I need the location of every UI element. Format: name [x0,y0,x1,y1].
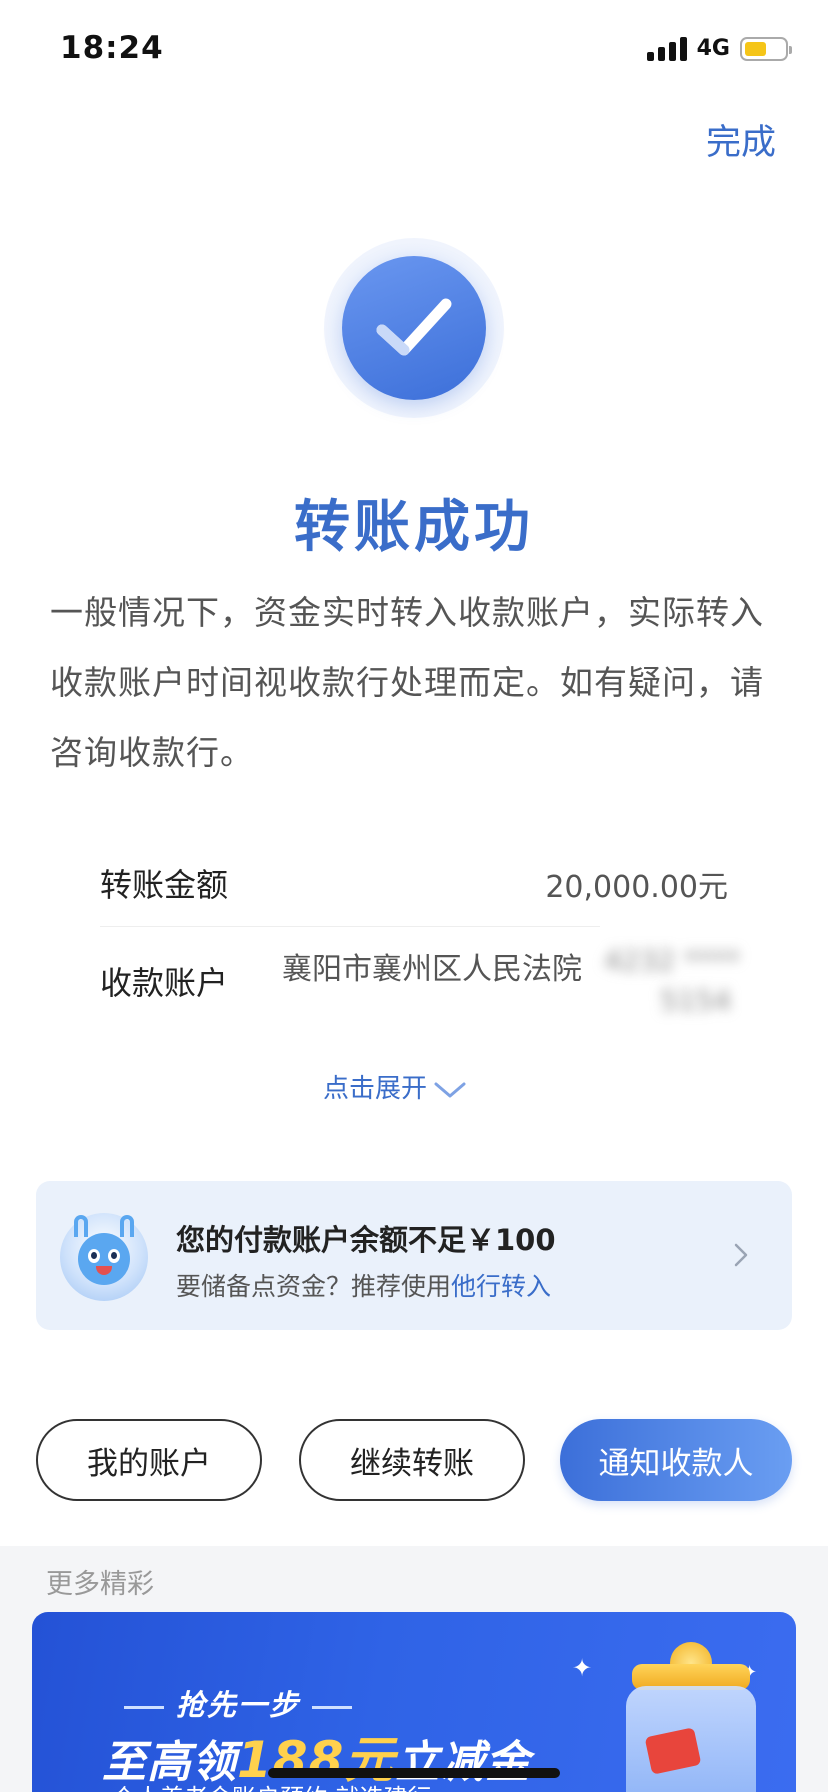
other-bank-transfer-link[interactable]: 他行转入 [451,1272,551,1301]
notify-payee-button[interactable]: 通知收款人 [560,1419,792,1501]
more-section-label: 更多精彩 [46,1569,154,1600]
transfer-success-page: 18:24 4G 完成 转账成功 一般情况下，资金实时转入收款账户，实际转入收款… [0,0,828,1792]
notice-subtitle: 要储备点资金？推荐使用他行转入 [176,1272,552,1301]
payee-label: 收款账户 [100,964,229,1002]
chevron-down-icon [434,1082,466,1097]
payee-account-masked: 4232 **** [604,944,741,977]
status-indicators: 4G [646,36,792,61]
savings-jar-icon [626,1642,756,1792]
notice-title: 您的付款账户余额不足￥100 [176,1223,556,1257]
expand-details-button[interactable]: 点击展开 [0,1068,790,1105]
balance-notice-card[interactable]: 您的付款账户余额不足￥100 要储备点资金？推荐使用他行转入 [36,1181,792,1330]
check-circle-icon [342,256,486,400]
banner-sub-text: 个人养老金账户预约 就选建行 [112,1778,432,1792]
divider [100,926,600,927]
sparkle-icon: ✦ [572,1654,593,1682]
chevron-right-icon [734,1243,748,1267]
expand-label: 点击展开 [322,1074,427,1104]
status-time: 18:24 [60,30,164,66]
result-description: 一般情况下，资金实时转入收款账户，实际转入收款账户时间视收款行处理而定。如有疑问… [50,593,764,772]
continue-transfer-button[interactable]: 继续转账 [299,1419,525,1501]
promo-banner[interactable]: 抢先一步 至高领188元立减金 个人养老金账户预约 就选建行 ✦ ✦ [32,1612,796,1792]
mascot-icon [60,1213,148,1301]
banner-top-text: 抢先一步 [112,1682,364,1724]
battery-icon [740,36,792,61]
payee-account-masked-tail: 5154 [660,984,732,1017]
page-title: 转账成功 [294,495,534,560]
amount-label: 转账金额 [100,866,229,904]
payee-name: 襄阳市襄州区人民法院 [282,952,582,987]
checkmark-icon [376,298,452,356]
home-indicator [268,1768,560,1778]
success-icon [324,238,504,418]
amount-value: 20,000.00元 [545,870,728,905]
my-account-button[interactable]: 我的账户 [36,1419,262,1501]
status-bar: 18:24 4G [0,0,828,100]
signal-icon [646,36,687,61]
network-type: 4G [696,36,730,61]
done-button[interactable]: 完成 [706,114,776,165]
